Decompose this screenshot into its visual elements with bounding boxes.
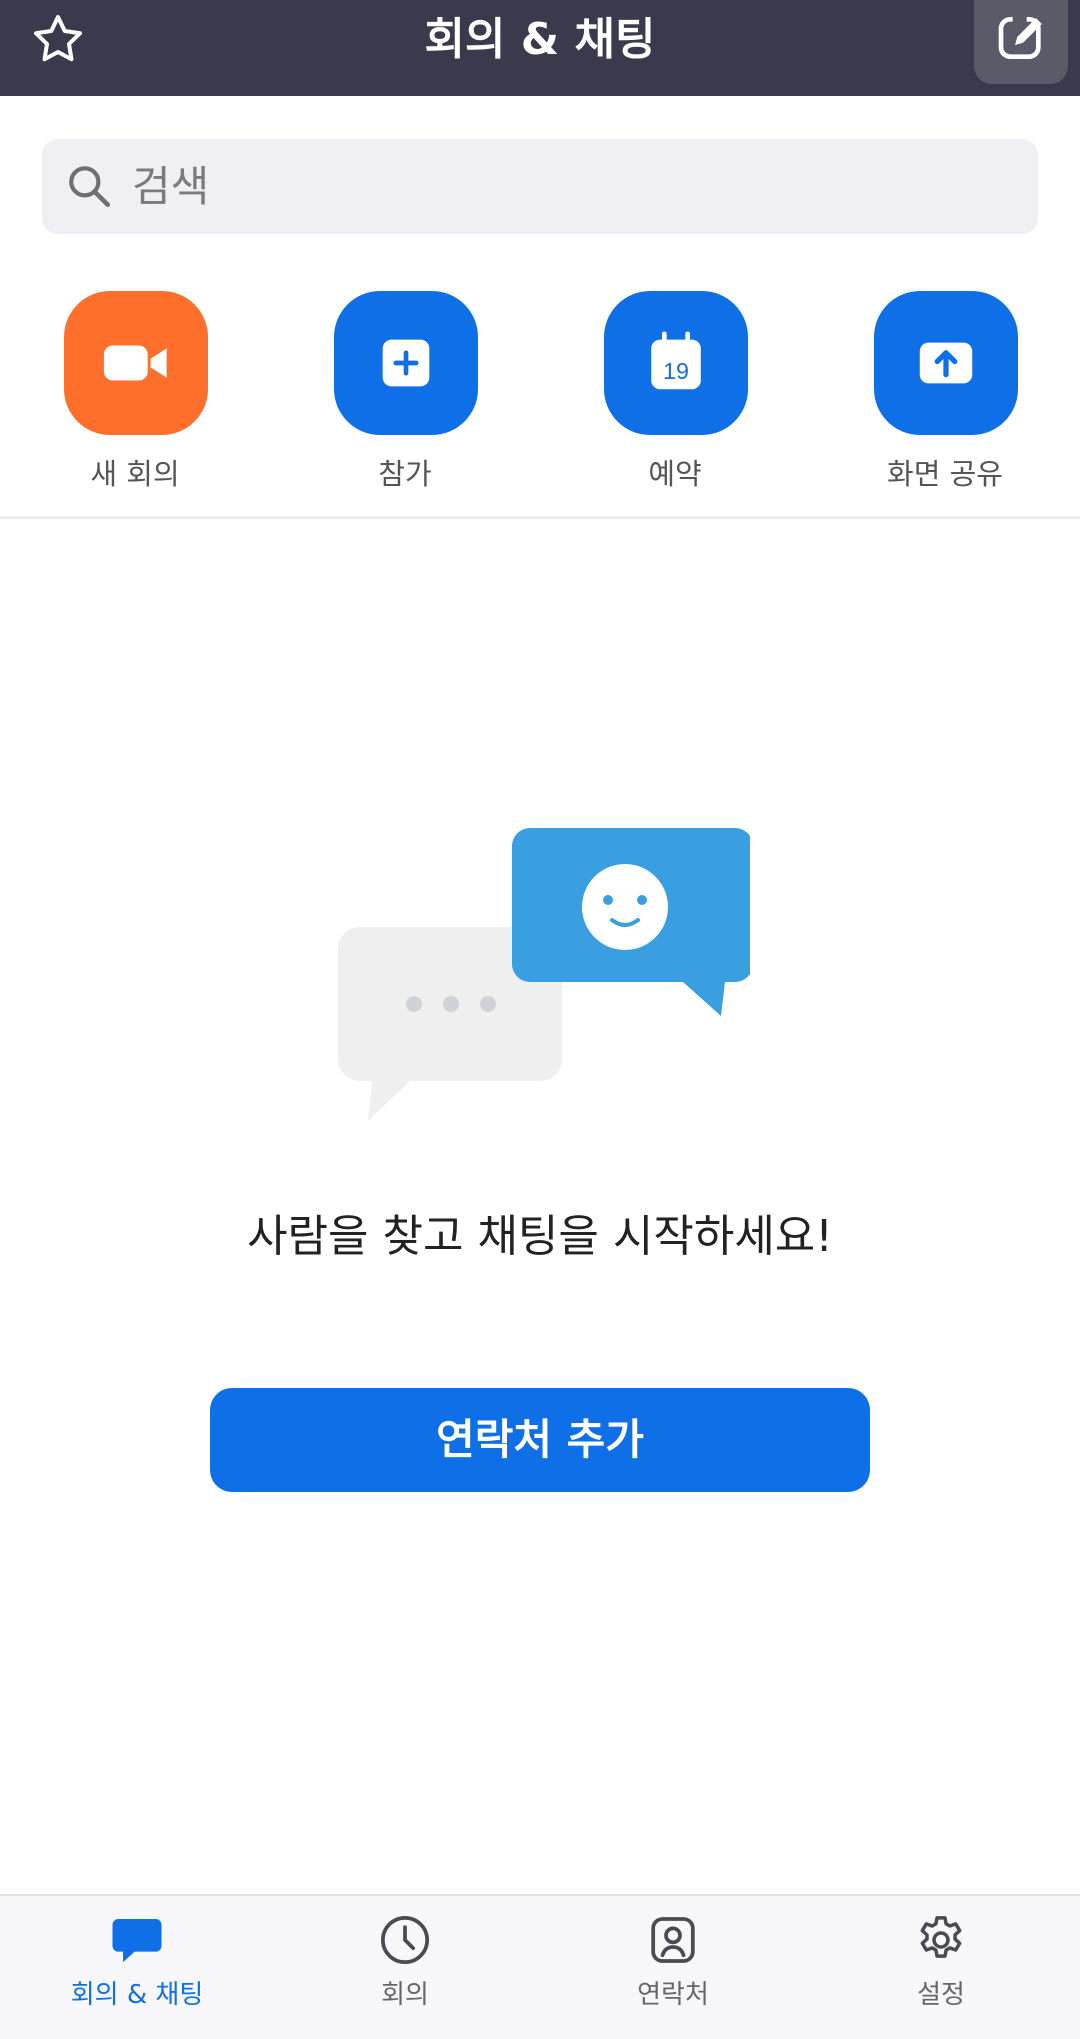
plus-icon bbox=[382, 339, 430, 387]
schedule-button[interactable]: 19 bbox=[604, 291, 748, 435]
video-camera-icon bbox=[103, 345, 167, 381]
search-field[interactable]: 검색 bbox=[42, 139, 1038, 234]
join-button[interactable] bbox=[334, 291, 478, 435]
tab-label: 회의 & 채팅 bbox=[70, 1980, 204, 2010]
chat-bubbles-illustration bbox=[330, 812, 753, 1136]
tab-meetings-chat[interactable]: 회의 & 채팅 bbox=[2, 1896, 272, 2039]
upload-arrow-icon bbox=[919, 342, 973, 384]
calendar-icon: 19 bbox=[651, 331, 701, 390]
empty-state-message: 사람을 찾고 채팅을 시작하세요! bbox=[247, 1211, 833, 1262]
share-screen-label: 화면 공유 bbox=[887, 457, 1003, 491]
gear-icon bbox=[913, 1912, 969, 1968]
tab-contacts[interactable]: 연락처 bbox=[538, 1896, 808, 2039]
divider bbox=[0, 516, 1080, 519]
share-screen-action[interactable]: 화면 공유 bbox=[845, 291, 1045, 491]
page-title: 회의 & 채팅 bbox=[424, 14, 656, 65]
search-icon bbox=[64, 161, 114, 215]
new-meeting-label: 새 회의 bbox=[90, 457, 180, 491]
search-placeholder: 검색 bbox=[132, 162, 210, 211]
join-action[interactable]: 참가 bbox=[305, 291, 505, 491]
tab-label: 회의 bbox=[381, 1980, 429, 2010]
calendar-day-text: 19 bbox=[663, 358, 689, 384]
chat-bubble-icon bbox=[109, 1912, 165, 1968]
clock-icon bbox=[377, 1912, 433, 1968]
contact-icon bbox=[645, 1912, 701, 1968]
new-meeting-button[interactable] bbox=[64, 291, 208, 435]
edit-icon bbox=[998, 12, 1042, 59]
tab-label: 설정 bbox=[917, 1980, 965, 2010]
join-label: 참가 bbox=[378, 457, 432, 491]
edit-button[interactable] bbox=[974, 0, 1068, 84]
tab-settings[interactable]: 설정 bbox=[806, 1896, 1076, 2039]
top-bar: 회의 & 채팅 bbox=[0, 0, 1080, 96]
schedule-action[interactable]: 19 예약 bbox=[575, 291, 775, 491]
add-contact-button[interactable]: 연락처 추가 bbox=[210, 1388, 870, 1492]
tab-meetings[interactable]: 회의 bbox=[270, 1896, 540, 2039]
share-screen-button[interactable] bbox=[874, 291, 1018, 435]
bottom-tab-bar: 회의 & 채팅 회의 연락처 설정 bbox=[0, 1894, 1080, 2039]
new-meeting-action[interactable]: 새 회의 bbox=[35, 291, 235, 491]
schedule-label: 예약 bbox=[648, 457, 702, 491]
tab-label: 연락처 bbox=[637, 1980, 709, 2010]
